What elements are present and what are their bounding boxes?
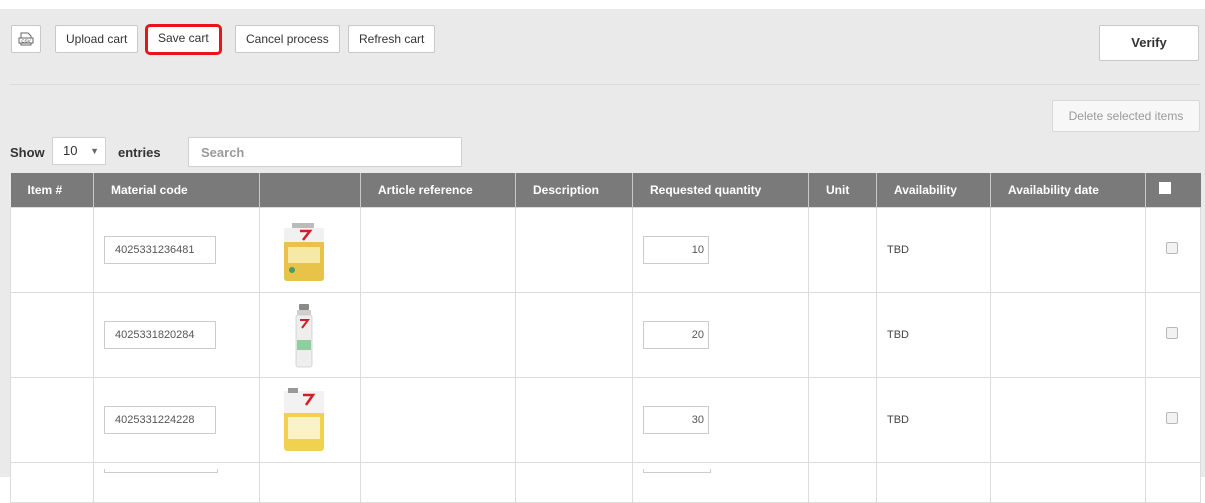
image-cell <box>259 461 361 503</box>
col-material-code[interactable]: Material code <box>93 173 260 207</box>
quantity-input[interactable] <box>643 468 711 473</box>
unit-cell <box>808 376 877 463</box>
material-code-input[interactable] <box>104 468 218 473</box>
col-image <box>259 173 361 207</box>
availability-date-cell <box>990 461 1146 503</box>
entries-value: 10 <box>63 143 78 158</box>
availability-cell: TBD <box>876 376 991 463</box>
unit-cell <box>808 291 877 378</box>
verify-button[interactable]: Verify <box>1099 25 1199 61</box>
col-select-all[interactable] <box>1145 173 1201 207</box>
svg-text:CSV: CSV <box>21 38 30 43</box>
row-checkbox[interactable] <box>1166 242 1178 254</box>
quantity-input[interactable] <box>643 235 709 264</box>
description-cell <box>515 461 633 503</box>
article-reference-cell <box>360 376 516 463</box>
availability-cell <box>876 461 991 503</box>
delete-selected-button[interactable]: Delete selected items <box>1052 100 1200 132</box>
row-checkbox[interactable] <box>1166 327 1178 339</box>
table-row: TBD <box>10 206 1201 293</box>
material-code-cell <box>93 376 260 463</box>
refresh-cart-button[interactable]: Refresh cart <box>348 25 436 53</box>
image-cell <box>259 206 361 293</box>
col-description[interactable]: Description <box>515 173 633 207</box>
quantity-cell <box>632 376 809 463</box>
cancel-process-button[interactable]: Cancel process <box>235 25 340 53</box>
upload-cart-button[interactable]: Upload cart <box>55 25 139 53</box>
chevron-down-icon: ▼ <box>90 146 99 156</box>
article-reference-cell <box>360 461 516 503</box>
image-cell <box>259 376 361 463</box>
cart-table: Item # Material code Article reference D… <box>10 173 1201 503</box>
article-reference-cell <box>360 291 516 378</box>
col-availability-date[interactable]: Availability date <box>990 173 1146 207</box>
col-availability[interactable]: Availability <box>876 173 991 207</box>
select-cell <box>1145 461 1201 503</box>
col-article-reference[interactable]: Article reference <box>360 173 516 207</box>
select-all-checkbox[interactable] <box>1159 182 1171 195</box>
csv-export-button[interactable]: CSV <box>11 25 41 53</box>
col-unit[interactable]: Unit <box>808 173 877 207</box>
toolbar-panel: CSV Upload cart Save cart Cancel process… <box>0 9 1205 503</box>
availability-cell: TBD <box>876 206 991 293</box>
description-cell <box>515 291 633 378</box>
divider <box>10 84 1200 85</box>
entries-label: entries <box>118 145 161 160</box>
availability-cell: TBD <box>876 291 991 378</box>
entries-select[interactable]: 10 ▼ <box>52 137 106 165</box>
quantity-input[interactable] <box>643 320 709 349</box>
item-cell <box>10 461 94 503</box>
material-code-input[interactable] <box>104 405 216 434</box>
material-code-input[interactable] <box>104 235 216 264</box>
table-row: TBD <box>10 291 1201 378</box>
col-item[interactable]: Item # <box>10 173 94 207</box>
quantity-input[interactable] <box>643 405 709 434</box>
item-cell <box>10 291 94 378</box>
material-code-cell <box>93 461 260 503</box>
select-cell <box>1145 376 1201 463</box>
availability-date-cell <box>990 291 1146 378</box>
availability-date-cell <box>990 206 1146 293</box>
table-row: TBD <box>10 376 1201 463</box>
quantity-cell <box>632 206 809 293</box>
search-input[interactable] <box>188 137 462 167</box>
description-cell <box>515 206 633 293</box>
col-requested-quantity[interactable]: Requested quantity <box>632 173 809 207</box>
table-row <box>10 461 1201 503</box>
unit-cell <box>808 461 877 503</box>
quantity-cell <box>632 461 809 503</box>
description-cell <box>515 376 633 463</box>
quantity-cell <box>632 291 809 378</box>
article-reference-cell <box>360 206 516 293</box>
material-code-input[interactable] <box>104 320 216 349</box>
save-cart-button[interactable]: Save cart <box>145 24 222 55</box>
item-cell <box>10 376 94 463</box>
availability-date-cell <box>990 376 1146 463</box>
row-checkbox[interactable] <box>1166 412 1178 424</box>
item-cell <box>10 206 94 293</box>
product-image <box>270 214 338 285</box>
select-cell <box>1145 206 1201 293</box>
csv-icon: CSV <box>18 32 34 46</box>
product-image <box>270 384 338 455</box>
table-header-row: Item # Material code Article reference D… <box>10 173 1201 207</box>
image-cell <box>259 291 361 378</box>
product-image <box>270 299 338 370</box>
material-code-cell <box>93 291 260 378</box>
show-label: Show <box>10 145 45 160</box>
material-code-cell <box>93 206 260 293</box>
select-cell <box>1145 291 1201 378</box>
unit-cell <box>808 206 877 293</box>
